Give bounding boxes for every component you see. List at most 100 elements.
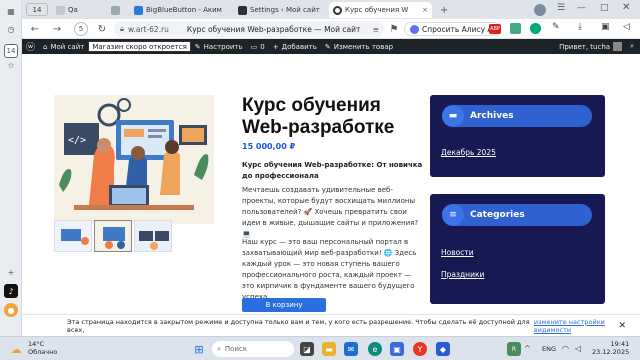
windows-taskbar: ☁ 14°C Облачно ⊞ ⌕ Поиск ◪ ▬ ✉ e ▣ Y ◆ R… xyxy=(0,336,640,360)
folder-icon: ▬ xyxy=(442,105,464,127)
tab-settings[interactable]: Settings ‹ Мой сайт xyxy=(234,2,326,18)
add-icon[interactable]: + xyxy=(4,265,18,279)
user-avatar xyxy=(613,42,623,51)
svg-text:</>: </> xyxy=(68,135,86,146)
wordpress-icon: ⓦ xyxy=(26,43,36,53)
pen-icon[interactable]: ✎ xyxy=(552,22,560,32)
volume-icon[interactable]: ◁ xyxy=(575,344,581,353)
url-field[interactable]: 🔒︎ w.art-62.ru Курс обучения Web-разрабо… xyxy=(114,21,384,37)
tab-label: Курс обучения W xyxy=(345,6,409,14)
close-notice-icon[interactable]: ✕ xyxy=(618,321,626,331)
maximize-icon[interactable]: □ xyxy=(600,3,609,13)
language-indicator[interactable]: ENG xyxy=(542,345,556,353)
bookmark-page-icon[interactable]: ⚑ xyxy=(387,22,401,36)
search-icon[interactable]: ⌕ xyxy=(626,42,638,51)
tab-bigbluebutton[interactable]: BigBlueButton - Аким xyxy=(130,2,230,18)
extension-icon[interactable] xyxy=(530,23,541,34)
edit-product-link[interactable]: ✎ Изменить товар xyxy=(321,43,397,51)
tab-qa[interactable]: Qa xyxy=(52,2,107,18)
store-icon[interactable]: ▣ xyxy=(390,342,404,356)
list-icon: ≡ xyxy=(442,204,464,226)
notice-text: Эта страница находится в закрытом режиме… xyxy=(67,317,530,334)
reload-icon[interactable]: ↻ xyxy=(95,22,109,36)
close-window-icon[interactable]: ✕ xyxy=(622,2,630,13)
mail-icon[interactable]: ✉ xyxy=(344,342,358,356)
task-view-icon[interactable]: ◪ xyxy=(300,342,314,356)
user-menu[interactable]: Привет, tucha xyxy=(555,42,626,51)
messenger-icon[interactable]: ◆ xyxy=(436,342,450,356)
history-icon[interactable]: 5 xyxy=(74,22,88,36)
extensions-icon[interactable]: ▣ xyxy=(601,22,610,32)
my-site-link[interactable]: ⌂ Мой сайт xyxy=(39,43,88,51)
windows-start-icon[interactable]: ⊞ xyxy=(192,342,206,356)
download-icon[interactable]: ⤓ xyxy=(578,22,582,32)
category-link-holidays[interactable]: Праздники xyxy=(441,270,484,279)
clock-icon[interactable]: ◷ xyxy=(4,22,18,36)
categories-title: Categories xyxy=(470,210,525,220)
file-explorer-icon[interactable]: ▬ xyxy=(322,342,336,356)
back-icon[interactable]: ← xyxy=(28,22,42,36)
settings-icon[interactable]: ● xyxy=(4,303,18,317)
archives-widget: ▬ Archives Декабрь 2025 xyxy=(430,95,605,177)
edit-product-label: Изменить товар xyxy=(333,42,394,51)
customize-link[interactable]: ✎ Настроить xyxy=(191,43,247,51)
tab-favicon-icon xyxy=(56,5,65,15)
tab-generic[interactable] xyxy=(107,2,129,18)
tray-overflow-icon[interactable]: ^ xyxy=(524,344,531,353)
new-tab-button[interactable]: + xyxy=(436,2,450,18)
product-image[interactable]: </> xyxy=(54,95,214,224)
taskbar-search[interactable]: ⌕ Поиск xyxy=(212,341,294,357)
ask-alice-button[interactable]: Спросить Алису AI xyxy=(404,22,501,36)
archives-header: ▬ Archives xyxy=(442,105,592,127)
clock-date: 23.12.2025 xyxy=(592,348,630,356)
product-thumbnail[interactable] xyxy=(54,220,92,252)
minimize-icon[interactable]: — xyxy=(577,3,586,13)
product-thumbnail[interactable] xyxy=(134,220,172,252)
tab-counter-label: 14 xyxy=(32,5,42,14)
category-link-news[interactable]: Новости xyxy=(441,248,474,257)
comments-count: 0 xyxy=(260,42,265,51)
counter-badge[interactable]: 14 xyxy=(4,44,18,58)
weather-widget[interactable]: 14°C Облачно xyxy=(28,340,57,356)
weather-temp: 14°C xyxy=(28,340,45,348)
weather-icon[interactable]: ☁ xyxy=(6,340,26,358)
plus-icon: + xyxy=(272,42,279,51)
tab-label: BigBlueButton - Аким xyxy=(146,6,222,14)
my-site-label: Мой сайт xyxy=(50,42,85,51)
greeting-label: Привет, tucha xyxy=(559,42,611,51)
tab-favicon-icon xyxy=(333,5,342,15)
adblock-icon[interactable]: ABP xyxy=(489,24,501,34)
wifi-icon[interactable]: ◠ xyxy=(562,344,569,353)
product-price: 15 000,00 ₽ xyxy=(242,142,296,151)
wordpress-menu[interactable]: ⓦ xyxy=(22,40,39,53)
tab-course-active[interactable]: Курс обучения W × xyxy=(329,2,432,18)
tab-label: Settings ‹ Мой сайт xyxy=(250,6,320,14)
more-icon[interactable]: ≡ xyxy=(373,25,379,34)
tab-counter[interactable]: 14 xyxy=(26,3,48,16)
url-page-title: Курс обучения Web-разработке — Мой сайт xyxy=(186,24,361,34)
close-tab-icon[interactable]: × xyxy=(422,6,428,14)
forward-icon[interactable]: → xyxy=(50,22,64,36)
weather-desc: Облачно xyxy=(28,348,58,356)
sound-icon[interactable]: ◁ xyxy=(623,22,630,32)
clock[interactable]: 19:41 23.12.2025 xyxy=(592,340,629,356)
product-thumbnail[interactable] xyxy=(94,220,132,252)
archive-link-december[interactable]: Декабрь 2025 xyxy=(441,148,496,157)
bookmarks-icon[interactable]: ☰ xyxy=(557,3,565,13)
extension-icon[interactable] xyxy=(510,23,521,34)
browser-sidebar: ▦ ◷ ⤓ ☆ 14 ♪ + ● xyxy=(0,0,22,336)
tab-favicon-icon xyxy=(111,5,120,15)
tray-app-icon[interactable]: R xyxy=(507,342,521,356)
clock-time: 19:41 xyxy=(610,340,630,348)
profile-avatar[interactable] xyxy=(534,4,546,16)
add-to-cart-button[interactable]: В корзину xyxy=(242,298,326,312)
grid-icon[interactable]: ▦ xyxy=(4,4,18,18)
tiktok-icon[interactable]: ♪ xyxy=(4,284,18,298)
comments-link[interactable]: ▭ 0 xyxy=(247,43,269,51)
add-new-link[interactable]: + Добавить xyxy=(269,43,321,51)
tab-label: Qa xyxy=(68,6,78,14)
store-status-tooltip: Магазин скоро откроется xyxy=(88,41,191,52)
yandex-browser-icon[interactable]: Y xyxy=(413,342,427,356)
search-icon: ⌕ xyxy=(217,344,221,353)
edge-icon[interactable]: e xyxy=(368,342,382,356)
